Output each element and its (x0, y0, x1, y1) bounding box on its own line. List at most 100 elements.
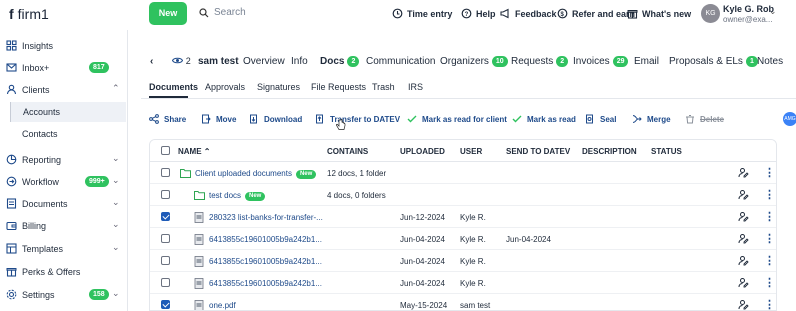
more-options-icon[interactable]: ⋮ (764, 166, 775, 179)
row-checkbox[interactable] (161, 256, 170, 265)
row-name-link[interactable]: 6413855c19601005b9a242b1... (209, 279, 322, 288)
sidebar-item-workflow[interactable]: Workflow 999+ ⌄ (0, 173, 127, 191)
sidebar-item-perks[interactable]: Perks & Offers (0, 263, 127, 281)
merge-button[interactable]: Merge (632, 114, 671, 124)
watchers[interactable]: 2 (171, 56, 191, 67)
tab-badge: 2 (556, 56, 569, 67)
client-name: sam test (198, 56, 239, 67)
tab-docs[interactable]: Docs 2 (320, 56, 360, 67)
subtab-trash[interactable]: Trash (372, 82, 395, 92)
mark-as-read-button[interactable]: Mark as read (512, 114, 576, 124)
column-header-user[interactable]: USER (460, 147, 482, 156)
table-row[interactable]: 280323 list-banks-for-transfer-... Jun-12… (150, 206, 776, 228)
row-checkbox[interactable] (161, 300, 170, 309)
column-header-name[interactable]: NAME ⌃ (178, 147, 211, 156)
tab-overview[interactable]: Overview (243, 56, 285, 67)
tab-label: Docs (320, 56, 345, 67)
subtab-approvals[interactable]: Approvals (205, 82, 245, 92)
assign-user-icon[interactable] (738, 255, 749, 269)
assign-user-icon[interactable] (738, 233, 749, 247)
row-name-link[interactable]: 6413855c19601005b9a242b1... (209, 235, 322, 244)
assign-user-icon[interactable] (738, 299, 749, 310)
assign-user-icon[interactable] (738, 189, 749, 203)
refer-button[interactable]: $ Refer and earn (557, 8, 635, 19)
move-button[interactable]: Move (201, 114, 236, 124)
chevron-down-icon: ⌄ (769, 6, 777, 16)
column-header-status[interactable]: STATUS (651, 147, 682, 156)
table-row[interactable]: 6413855c19601005b9a242b1... Jun-04-2024 Ky… (150, 272, 776, 294)
transfer-to-datev-button[interactable]: Transfer to DATEV (315, 114, 400, 124)
row-name-link[interactable]: one.pdf (209, 301, 236, 310)
more-options-icon[interactable]: ⋮ (764, 210, 775, 223)
column-header-contains[interactable]: CONTAINS (327, 147, 368, 156)
row-checkbox[interactable] (161, 278, 170, 287)
back-chevron-icon[interactable]: ‹ (150, 56, 153, 67)
sidebar-item-documents[interactable]: Documents ⌄ (0, 195, 127, 213)
row-name: test docs (209, 191, 242, 200)
sidebar-item-inbox[interactable]: Inbox+ 817 (0, 59, 127, 77)
tab-invoices[interactable]: Invoices 29 (573, 56, 629, 67)
row-name-link[interactable]: 280323 list-banks-for-transfer-... (209, 213, 323, 222)
subtab-documents[interactable]: Documents (149, 82, 198, 92)
sidebar-item-reporting[interactable]: Reporting ⌄ (0, 151, 127, 169)
time-entry-label: Time entry (407, 8, 453, 19)
sidebar-subitem-contacts[interactable]: Contacts (22, 129, 58, 139)
row-checkbox[interactable] (161, 168, 170, 177)
tab-email[interactable]: Email (634, 56, 659, 67)
subtab-signatures[interactable]: Signatures (257, 82, 300, 92)
select-all-checkbox[interactable] (161, 146, 170, 155)
feedback-button[interactable]: Feedback (500, 8, 557, 19)
whats-new-button[interactable]: What's new (627, 8, 691, 19)
subtab-irs[interactable]: IRS (408, 82, 423, 92)
more-options-icon[interactable]: ⋮ (764, 298, 775, 310)
row-name-link[interactable]: test docs New (209, 191, 266, 201)
tab-proposals[interactable]: Proposals & ELs 1 (669, 56, 758, 67)
sidebar-subitem-accounts[interactable]: Accounts (10, 102, 126, 122)
share-button[interactable]: Share (149, 114, 186, 124)
assign-user-icon[interactable] (738, 277, 749, 291)
mark-read-for-client-button[interactable]: Mark as read for client (407, 114, 507, 124)
help-button[interactable]: ? Help (461, 8, 496, 19)
assistant-bubble[interactable]: AMG (783, 112, 796, 126)
assign-user-icon[interactable] (738, 211, 749, 225)
row-name-link[interactable]: Client uploaded documents New (195, 169, 317, 179)
table-row[interactable]: 6413855c19601005b9a242b1... Jun-04-2024 Ky… (150, 250, 776, 272)
delete-button[interactable]: Delete (685, 114, 724, 124)
row-user: Kyle R. (460, 213, 486, 222)
tab-info[interactable]: Info (291, 56, 308, 67)
row-checkbox[interactable] (161, 234, 170, 243)
assign-user-icon[interactable] (738, 167, 749, 181)
svg-text:?: ? (465, 12, 469, 18)
time-entry-button[interactable]: Time entry (392, 8, 452, 19)
sidebar-item-templates[interactable]: Templates ⌄ (0, 240, 127, 258)
more-options-icon[interactable]: ⋮ (764, 276, 775, 289)
sidebar-item-insights[interactable]: Insights (0, 37, 127, 55)
sidebar-item-settings[interactable]: Settings 158 ⌄ (0, 286, 127, 304)
row-checkbox[interactable] (161, 212, 170, 221)
row-checkbox[interactable] (161, 190, 170, 199)
tab-organizers[interactable]: Organizers 10 (440, 56, 508, 67)
table-row[interactable]: one.pdf May-15-2024 sam test ⋮ (150, 294, 776, 310)
app-logo[interactable]: f firm1 (9, 6, 49, 22)
tab-notes[interactable]: Notes (757, 56, 783, 67)
tab-label: Overview (243, 56, 285, 67)
table-row[interactable]: test docs New 4 docs, 0 folders ⋮ (150, 184, 776, 206)
table-row[interactable]: 6413855c19601005b9a242b1... Jun-04-2024 Ky… (150, 228, 776, 250)
sidebar-item-clients[interactable]: Clients ⌃ (0, 81, 127, 99)
row-name-link[interactable]: 6413855c19601005b9a242b1... (209, 257, 322, 266)
column-header-description[interactable]: DESCRIPTION (582, 147, 637, 156)
seal-button[interactable]: Seal (585, 114, 616, 124)
subtab-file-requests[interactable]: File Requests (311, 82, 366, 92)
search-input[interactable]: Search (199, 7, 246, 18)
download-button[interactable]: Download (249, 114, 302, 124)
more-options-icon[interactable]: ⋮ (764, 232, 775, 245)
column-header-send-to-datev[interactable]: SEND TO DATEV (506, 147, 570, 156)
more-options-icon[interactable]: ⋮ (764, 188, 775, 201)
tab-communication[interactable]: Communication (366, 56, 435, 67)
new-button[interactable]: New (149, 2, 187, 25)
sidebar-item-billing[interactable]: Billing ⌄ (0, 217, 127, 235)
column-header-uploaded[interactable]: UPLOADED (400, 147, 445, 156)
tab-requests[interactable]: Requests 2 (511, 56, 569, 67)
more-options-icon[interactable]: ⋮ (764, 254, 775, 267)
table-row[interactable]: Client uploaded documents New 12 docs, 1 f… (150, 162, 776, 184)
